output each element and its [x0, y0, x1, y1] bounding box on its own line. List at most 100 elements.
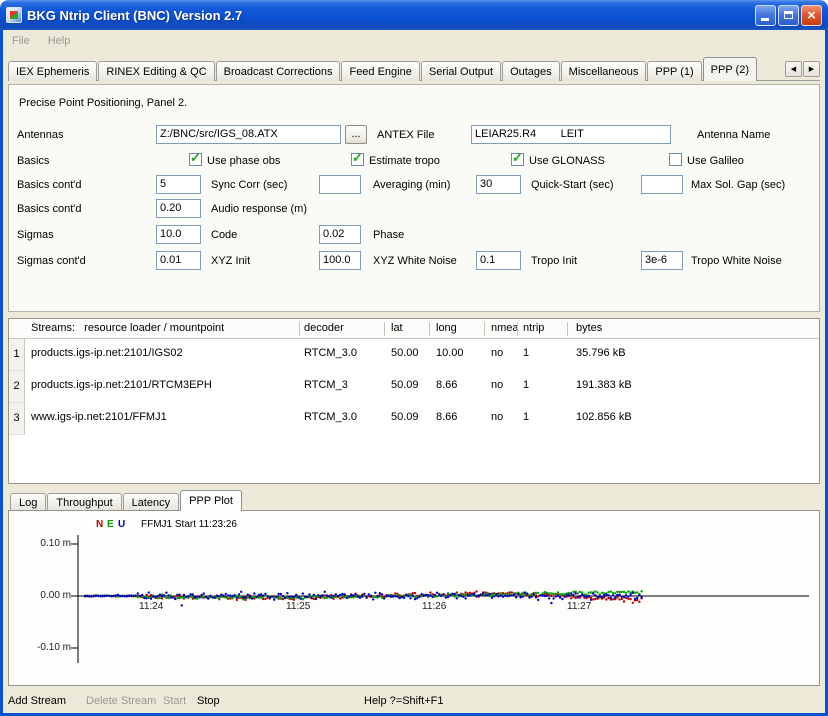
column-divider — [484, 322, 485, 336]
cell-decoder: RTCM_3.0 — [304, 411, 357, 423]
cell-ntrip: 1 — [523, 411, 529, 423]
cell-bytes: 102.856 kB — [576, 411, 632, 423]
tab-throughput[interactable]: Throughput — [47, 493, 121, 511]
xyz-init-input[interactable]: 0.01 — [156, 251, 201, 270]
menu-help[interactable]: Help — [39, 30, 80, 52]
tab-rinex-editing-qc[interactable]: RINEX Editing & QC — [98, 61, 214, 81]
tab-feed-engine[interactable]: Feed Engine — [341, 61, 419, 81]
tropo-init-input[interactable]: 0.1 — [476, 251, 521, 270]
tab-ppp-2[interactable]: PPP (2) — [703, 57, 757, 81]
table-row[interactable]: 1 products.igs-ip.net:2101/IGS02 RTCM_3.… — [9, 339, 819, 371]
estimate-tropo-checkbox[interactable]: ✓ — [351, 153, 364, 166]
column-divider — [299, 322, 300, 336]
quick-start-label: Quick-Start (sec) — [531, 179, 614, 191]
right-arrow-icon: ▶ — [809, 65, 814, 73]
tab-ppp-1[interactable]: PPP (1) — [647, 61, 701, 81]
xyz-white-noise-input[interactable]: 100.0 — [319, 251, 361, 270]
cell-ntrip: 1 — [523, 347, 529, 359]
use-galileo-checkbox[interactable]: ✓ — [669, 153, 682, 166]
statusbar: Add Stream Delete Stream Start Stop Help… — [0, 690, 828, 713]
col-header-nmea[interactable]: nmea — [491, 322, 519, 334]
cell-ntrip: 1 — [523, 379, 529, 391]
basics-contd2-label: Basics cont'd — [17, 203, 81, 215]
antex-path-input[interactable]: Z:/BNC/src/IGS_08.ATX — [156, 125, 341, 144]
row-number: 1 — [9, 339, 25, 371]
tab-broadcast-corrections[interactable]: Broadcast Corrections — [216, 61, 341, 81]
start-button[interactable]: Start — [163, 695, 186, 707]
col-header-decoder[interactable]: decoder — [304, 322, 344, 334]
tropo-init-label: Tropo Init — [531, 255, 577, 267]
minimize-icon — [761, 18, 769, 21]
basics-label: Basics — [17, 155, 49, 167]
checkmark-icon: ✓ — [512, 150, 523, 166]
titlebar[interactable]: BKG Ntrip Client (BNC) Version 2.7 × — [0, 0, 828, 30]
tab-serial-output[interactable]: Serial Output — [421, 61, 501, 81]
cell-bytes: 35.796 kB — [576, 347, 626, 359]
col-header-ntrip[interactable]: ntrip — [523, 322, 544, 334]
cell-nmea: no — [491, 347, 503, 359]
cell-mountpoint: products.igs-ip.net:2101/RTCM3EPH — [31, 379, 212, 391]
close-icon: × — [807, 8, 816, 23]
tab-ppp-plot[interactable]: PPP Plot — [180, 490, 242, 511]
add-stream-button[interactable]: Add Stream — [8, 695, 66, 707]
app-window: BKG Ntrip Client (BNC) Version 2.7 × Fil… — [0, 0, 828, 716]
tab-miscellaneous[interactable]: Miscellaneous — [561, 61, 647, 81]
left-arrow-icon: ◀ — [791, 65, 796, 73]
minimize-button[interactable] — [755, 5, 776, 26]
stop-button[interactable]: Stop — [197, 695, 220, 707]
maximize-icon — [784, 11, 793, 19]
streams-table: Streams: resource loader / mountpoint de… — [8, 318, 820, 484]
main-tabbar: IEX Ephemeris RINEX Editing & QC Broadca… — [8, 57, 820, 81]
sigma-code-label: Code — [211, 229, 237, 241]
tab-iex-ephemeris[interactable]: IEX Ephemeris — [8, 61, 97, 81]
sigma-phase-input[interactable]: 0.02 — [319, 225, 361, 244]
close-button[interactable]: × — [801, 5, 822, 26]
col-header-lat[interactable]: lat — [391, 322, 403, 334]
use-glonass-label: Use GLONASS — [529, 155, 605, 167]
col-header-mountpoint[interactable]: Streams: resource loader / mountpoint — [31, 322, 224, 334]
tropo-white-noise-input[interactable]: 3e-6 — [641, 251, 683, 270]
bottom-tabbar: Log Throughput Latency PPP Plot — [10, 490, 243, 511]
tab-scroll-left-button[interactable]: ◀ — [785, 61, 802, 77]
estimate-tropo-label: Estimate tropo — [369, 155, 440, 167]
menubar: File Help — [3, 30, 825, 52]
sigma-code-input[interactable]: 10.0 — [156, 225, 201, 244]
col-header-bytes[interactable]: bytes — [576, 322, 602, 334]
use-phase-obs-label: Use phase obs — [207, 155, 280, 167]
help-label: Help ?=Shift+F1 — [364, 695, 444, 707]
tab-latency[interactable]: Latency — [123, 493, 180, 511]
cell-bytes: 191.383 kB — [576, 379, 632, 391]
quick-start-input[interactable]: 30 — [476, 175, 521, 194]
audio-response-label: Audio response (m) — [211, 203, 307, 215]
delete-stream-button[interactable]: Delete Stream — [86, 695, 156, 707]
tab-outages[interactable]: Outages — [502, 61, 560, 81]
antenna-name-input[interactable]: LEIAR25.R4 LEIT — [471, 125, 671, 144]
window-title: BKG Ntrip Client (BNC) Version 2.7 — [27, 8, 755, 23]
column-divider — [429, 322, 430, 336]
antex-file-label: ANTEX File — [377, 129, 434, 141]
row-number: 2 — [9, 371, 25, 403]
cell-decoder: RTCM_3 — [304, 379, 348, 391]
table-row[interactable]: 3 www.igs-ip.net:2101/FFMJ1 RTCM_3.0 50.… — [9, 403, 819, 435]
use-glonass-checkbox[interactable]: ✓ — [511, 153, 524, 166]
table-row[interactable]: 2 products.igs-ip.net:2101/RTCM3EPH RTCM… — [9, 371, 819, 403]
tab-scroll-right-button[interactable]: ▶ — [803, 61, 820, 77]
cell-lat: 50.00 — [391, 347, 419, 359]
menu-file[interactable]: File — [3, 30, 39, 52]
tab-log[interactable]: Log — [10, 493, 46, 511]
sync-corr-input[interactable]: 5 — [156, 175, 201, 194]
antennas-label: Antennas — [17, 129, 63, 141]
maximize-button[interactable] — [778, 5, 799, 26]
column-divider — [384, 322, 385, 336]
col-header-long[interactable]: long — [436, 322, 457, 334]
cell-long: 10.00 — [436, 347, 464, 359]
max-sol-gap-input[interactable] — [641, 175, 683, 194]
sigma-phase-label: Phase — [373, 229, 404, 241]
use-phase-obs-checkbox[interactable]: ✓ — [189, 153, 202, 166]
averaging-input[interactable] — [319, 175, 361, 194]
column-divider — [517, 322, 518, 336]
browse-antex-button[interactable]: ... — [345, 125, 367, 144]
xyz-init-label: XYZ Init — [211, 255, 250, 267]
audio-response-input[interactable]: 0.20 — [156, 199, 201, 218]
checkmark-icon: ✓ — [190, 150, 201, 166]
